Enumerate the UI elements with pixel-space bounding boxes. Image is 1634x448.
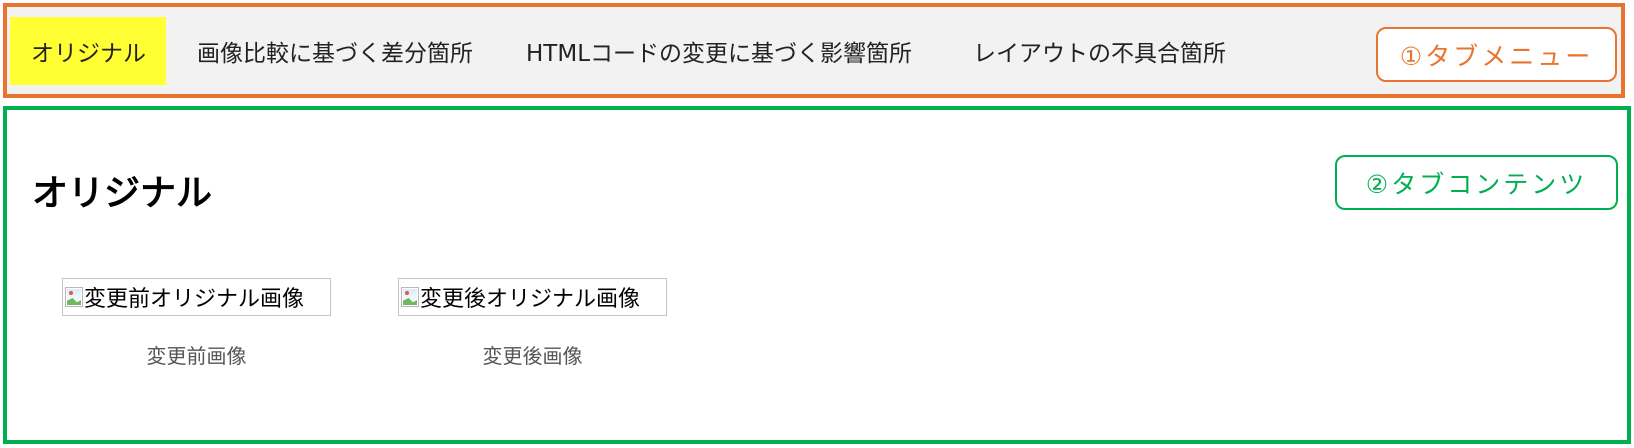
tab-html-impact[interactable]: HTMLコードの変更に基づく影響箇所 bbox=[505, 17, 932, 85]
tab-content-callout: ②タブコンテンツ bbox=[1335, 155, 1618, 210]
after-image-figure: 変更後オリジナル画像 変更後画像 bbox=[398, 278, 667, 369]
broken-image-icon bbox=[401, 287, 419, 307]
tab-layout-defects[interactable]: レイアウトの不具合箇所 bbox=[952, 17, 1246, 85]
content-title: オリジナル bbox=[32, 173, 213, 214]
after-image-alt-text: 変更後オリジナル画像 bbox=[420, 287, 641, 312]
after-image: 変更後オリジナル画像 bbox=[398, 278, 667, 316]
before-image: 変更前オリジナル画像 bbox=[62, 278, 331, 316]
tab-menu-callout: ①タブメニュー bbox=[1376, 27, 1617, 82]
tab-list: オリジナル 画像比較に基づく差分箇所 HTMLコードの変更に基づく影響箇所 レイ… bbox=[10, 17, 1246, 85]
before-image-figure: 変更前オリジナル画像 変更前画像 bbox=[62, 278, 331, 369]
broken-image-icon bbox=[65, 287, 83, 307]
before-image-alt-text: 変更前オリジナル画像 bbox=[84, 287, 305, 312]
before-image-caption: 変更前画像 bbox=[146, 344, 247, 368]
after-image-caption: 変更後画像 bbox=[482, 344, 583, 368]
tab-image-diff[interactable]: 画像比較に基づく差分箇所 bbox=[176, 17, 493, 85]
tab-original[interactable]: オリジナル bbox=[10, 17, 166, 85]
